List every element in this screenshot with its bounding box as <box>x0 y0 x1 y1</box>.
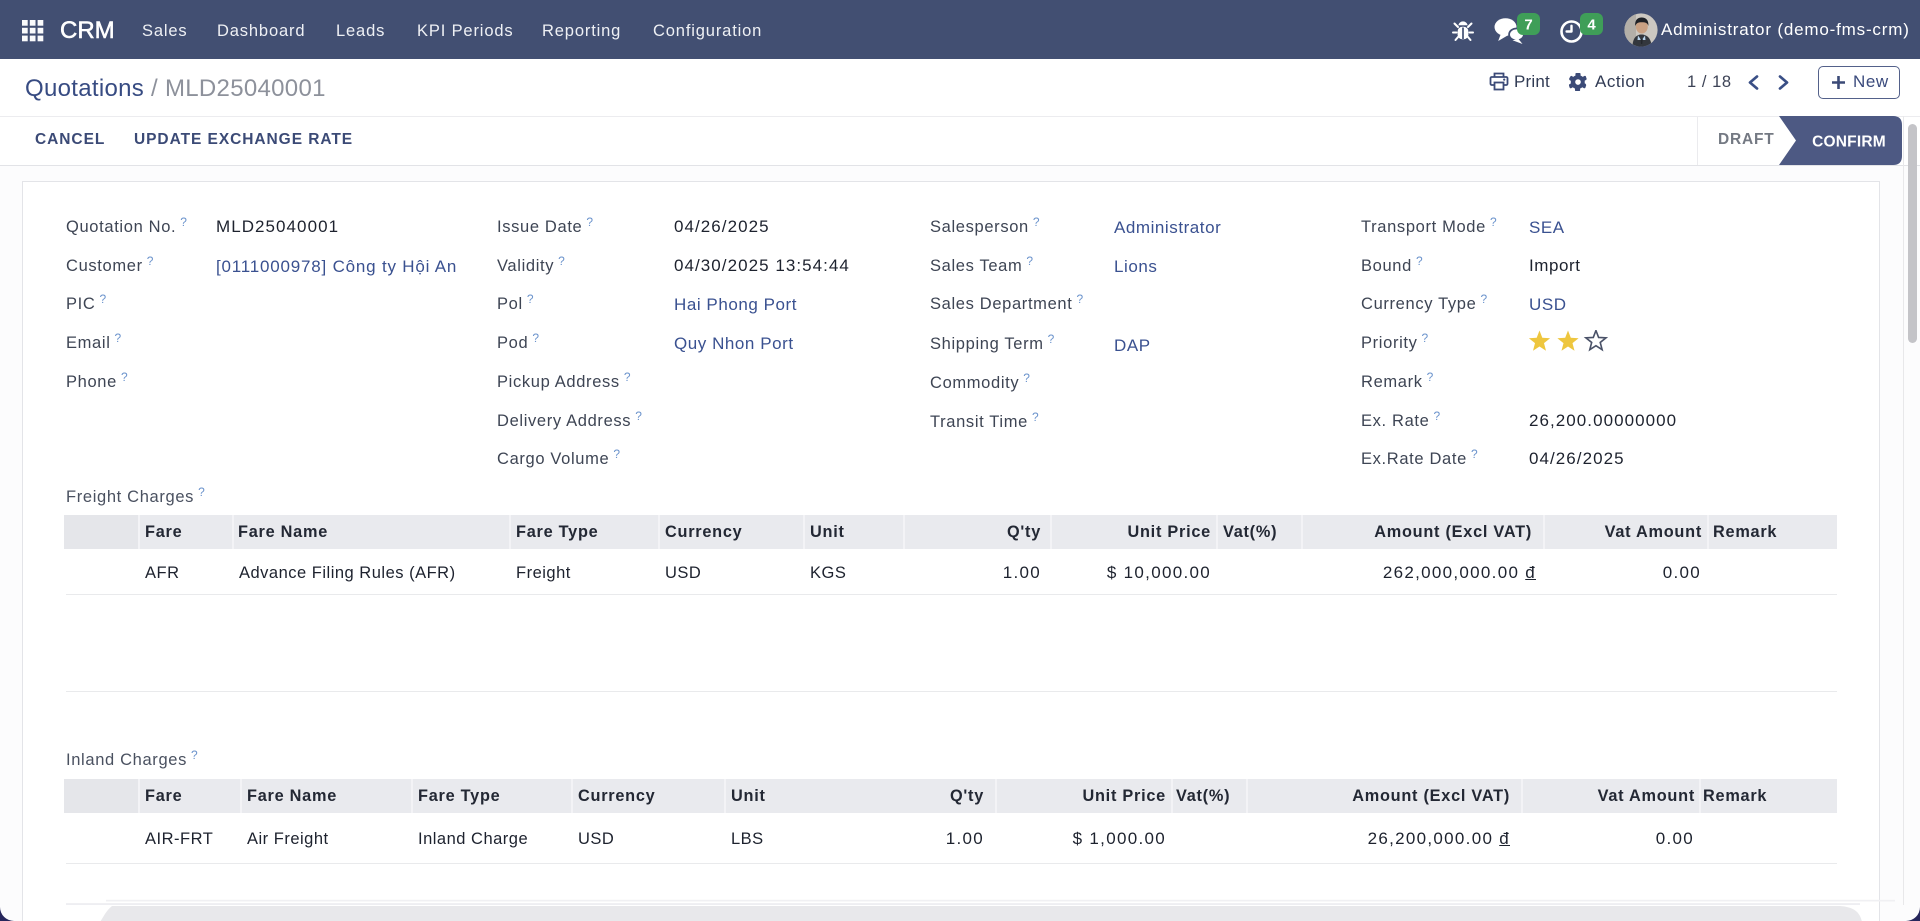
svg-text:4: 4 <box>1587 17 1596 34</box>
svg-text:7: 7 <box>1524 17 1532 34</box>
svg-text:CONFIRM: CONFIRM <box>1812 134 1886 151</box>
